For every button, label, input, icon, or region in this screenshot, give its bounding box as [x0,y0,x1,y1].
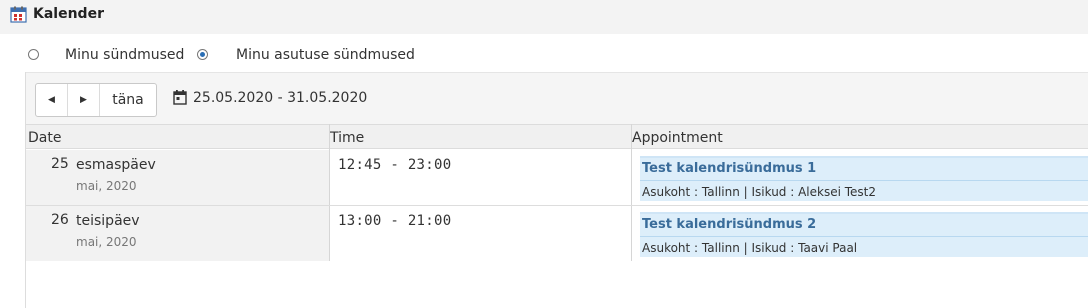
event-title[interactable]: Test kalendrisündmus 2 [642,217,816,232]
radio-my-events-label[interactable]: Minu sündmused [65,47,184,63]
appointment-cell: Test kalendrisündmus 1 Asukoht : Tallinn… [632,150,1088,205]
month-year: mai, 2020 [76,235,137,249]
event-details: Asukoht : Tallinn | Isikud : Aleksei Tes… [642,185,877,199]
day-number: 25 [51,156,69,172]
divider [640,180,1088,181]
event-card[interactable]: Test kalendrisündmus 2 Asukoht : Tallinn… [640,212,1088,257]
date-range: 25.05.2020 - 31.05.2020 [193,90,368,106]
date-cell: 26 teisipäev mai, 2020 [26,206,329,261]
caret-right-icon: ▶ [80,95,87,105]
today-button[interactable]: täna [100,84,156,116]
page-header: Kalender [0,0,1088,34]
divider [640,236,1088,237]
nav-button-group: ◀ ▶ täna [35,83,157,117]
time-cell: 13:00 - 21:00 [330,206,630,261]
column-header-appointment[interactable]: Appointment [632,124,1088,149]
time-range: 13:00 - 21:00 [338,213,452,229]
column-header-time[interactable]: Time [330,124,631,149]
column-header-date-label: Date [28,130,62,146]
radio-org-events-label[interactable]: Minu asutuse sündmused [236,47,415,63]
day-number: 26 [51,212,69,228]
calendar-icon [10,6,27,23]
radio-org-events[interactable] [197,49,208,60]
prev-week-button[interactable]: ◀ [36,84,68,116]
next-week-button[interactable]: ▶ [68,84,100,116]
event-title[interactable]: Test kalendrisündmus 1 [642,161,816,176]
month-year: mai, 2020 [76,179,137,193]
event-card[interactable]: Test kalendrisündmus 1 Asukoht : Tallinn… [640,156,1088,201]
calendar-panel: ◀ ▶ täna 25.05.2020 - 31.05.2020 Date Ti… [25,72,1088,308]
appointment-cell: Test kalendrisündmus 2 Asukoht : Tallinn… [632,206,1088,261]
weekday-name: teisipäev [76,213,140,229]
weekday-name: esmaspäev [76,157,156,173]
date-cell: 25 esmaspäev mai, 2020 [26,150,329,205]
page-title: Kalender [33,6,104,22]
time-cell: 12:45 - 23:00 [330,150,630,205]
calendar-toolbar: ◀ ▶ täna 25.05.2020 - 31.05.2020 [26,72,1088,124]
time-range: 12:45 - 23:00 [338,157,452,173]
event-details: Asukoht : Tallinn | Isikud : Taavi Paal [642,241,858,255]
caret-left-icon: ◀ [48,95,55,105]
column-header-time-label: Time [330,130,365,146]
calendar-icon [173,90,187,105]
radio-my-events[interactable] [28,49,39,60]
column-header-date[interactable]: Date [26,124,329,149]
column-header-appointment-label: Appointment [632,130,723,146]
